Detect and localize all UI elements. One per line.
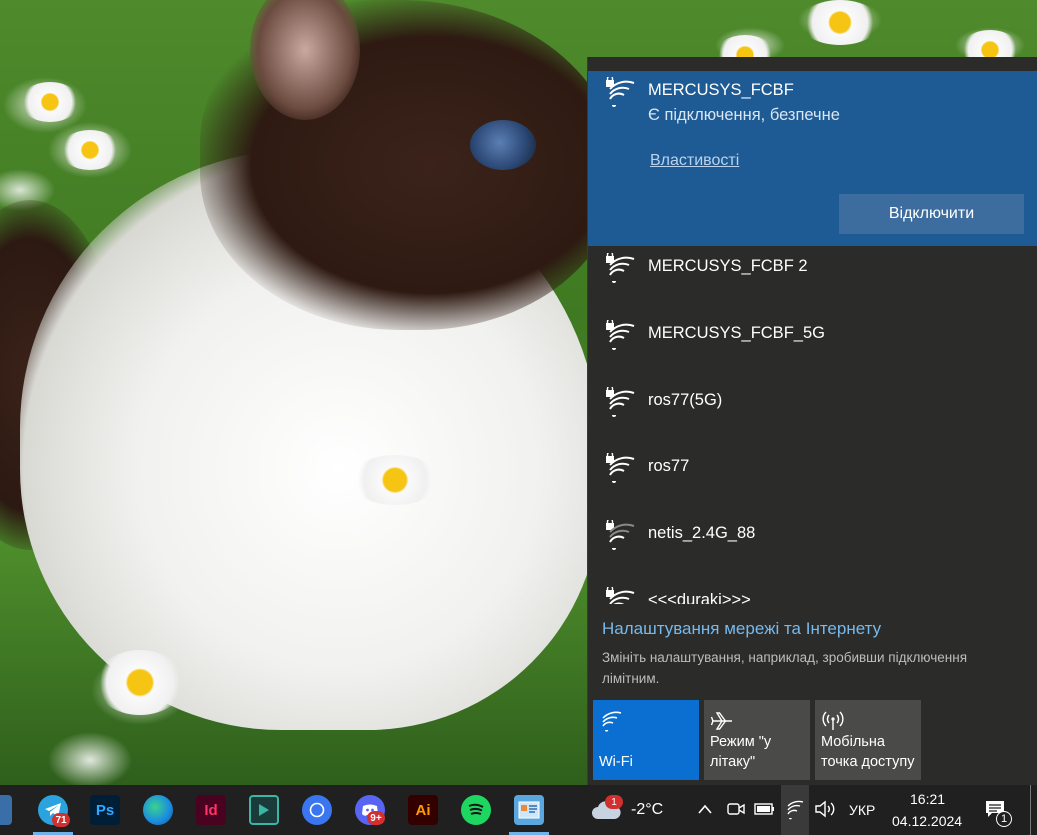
network-item[interactable]: <<<duraki>>> xyxy=(588,587,1037,604)
connected-network-status: Є підключення, безпечне xyxy=(648,106,840,124)
wifi-icon xyxy=(787,800,804,820)
weather-temperature: -2°C xyxy=(631,801,664,818)
network-list[interactable]: MERCUSYS_FCBF Є підключення, безпечне Вл… xyxy=(588,57,1037,604)
wifi-toggle[interactable]: Wi-Fi xyxy=(593,700,699,780)
wifi-secured-weak-icon xyxy=(606,520,635,550)
network-item[interactable]: ros77 xyxy=(588,453,1037,519)
connected-network-name: MERCUSYS_FCBF xyxy=(648,81,794,99)
clock-time: 16:21 xyxy=(910,791,946,807)
battery-icon[interactable] xyxy=(754,802,776,816)
disconnect-button[interactable]: Відключити xyxy=(839,194,1024,234)
photos-icon[interactable] xyxy=(514,795,544,825)
wifi-secured-icon xyxy=(606,453,635,483)
network-name: <<<duraki>>> xyxy=(648,591,751,604)
network-settings-link[interactable]: Налаштування мережі та Інтернету xyxy=(602,619,881,639)
network-item[interactable]: MERCUSYS_FCBF_5G xyxy=(588,320,1037,386)
clock[interactable]: 16:21 04.12.2024 xyxy=(888,789,968,831)
tile-label: Wi-Fi xyxy=(599,754,633,770)
indesign-icon[interactable]: Id xyxy=(196,795,226,825)
tile-label: Мобільна точка доступу xyxy=(821,734,915,770)
connected-network[interactable]: MERCUSYS_FCBF Є підключення, безпечне Вл… xyxy=(588,71,1037,246)
telegram-icon[interactable]: 71 xyxy=(38,795,70,827)
hotspot-icon xyxy=(822,711,844,730)
wifi-secured-icon xyxy=(606,253,635,283)
mobile-hotspot-toggle[interactable]: Мобільна точка доступу xyxy=(815,700,921,780)
network-name: MERCUSYS_FCBF_5G xyxy=(648,324,825,342)
wifi-secured-icon xyxy=(606,320,635,350)
taskbar: 71 Ps Id 9+ Ai 1 -2°C УКР 16:21 04.12.20… xyxy=(0,785,1037,835)
input-language[interactable]: УКР xyxy=(849,802,875,818)
network-name: ros77 xyxy=(648,457,690,475)
network-name: netis_2.4G_88 xyxy=(648,524,756,542)
network-flyout: MERCUSYS_FCBF Є підключення, безпечне Вл… xyxy=(587,57,1037,785)
telegram-badge: 71 xyxy=(52,813,70,827)
network-item[interactable]: MERCUSYS_FCBF 2 xyxy=(588,253,1037,319)
weather-badge: 1 xyxy=(605,795,623,809)
speaker-icon[interactable] xyxy=(814,800,836,818)
weather-widget[interactable]: 1 -2°C xyxy=(588,793,670,827)
network-settings-description: Змініть налаштування, наприклад, зробивш… xyxy=(602,650,968,686)
show-desktop-divider xyxy=(1030,785,1031,835)
wifi-secured-icon xyxy=(606,387,635,417)
taskbar-app-partial[interactable] xyxy=(0,795,12,825)
camtasia-icon[interactable] xyxy=(249,795,279,825)
properties-link[interactable]: Властивості xyxy=(650,152,739,170)
airplane-mode-toggle[interactable]: Режим "у літаку" xyxy=(704,700,810,780)
network-tray-button[interactable] xyxy=(781,785,809,835)
network-name: ros77(5G) xyxy=(648,391,723,409)
wifi-secured-icon xyxy=(606,77,635,107)
network-item[interactable]: ros77(5G) xyxy=(588,387,1037,453)
wifi-icon xyxy=(602,711,622,732)
wifi-secured-icon xyxy=(606,587,635,604)
signal-icon[interactable] xyxy=(302,795,332,825)
meet-now-icon[interactable] xyxy=(726,800,746,818)
action-center-button[interactable]: 1 xyxy=(978,793,1012,829)
tile-label: Режим "у літаку" xyxy=(710,734,772,770)
network-name: MERCUSYS_FCBF 2 xyxy=(648,257,808,275)
illustrator-icon[interactable]: Ai xyxy=(408,795,438,825)
network-item[interactable]: netis_2.4G_88 xyxy=(588,520,1037,586)
notification-count: 1 xyxy=(996,811,1012,827)
discord-badge: 9+ xyxy=(367,811,385,825)
discord-icon[interactable]: 9+ xyxy=(355,795,385,825)
photoshop-icon[interactable]: Ps xyxy=(90,795,120,825)
chevron-up-icon[interactable] xyxy=(697,803,713,815)
edge-icon[interactable] xyxy=(143,795,173,825)
spotify-icon[interactable] xyxy=(461,795,491,825)
clock-date: 04.12.2024 xyxy=(892,813,963,829)
airplane-icon xyxy=(710,712,732,730)
